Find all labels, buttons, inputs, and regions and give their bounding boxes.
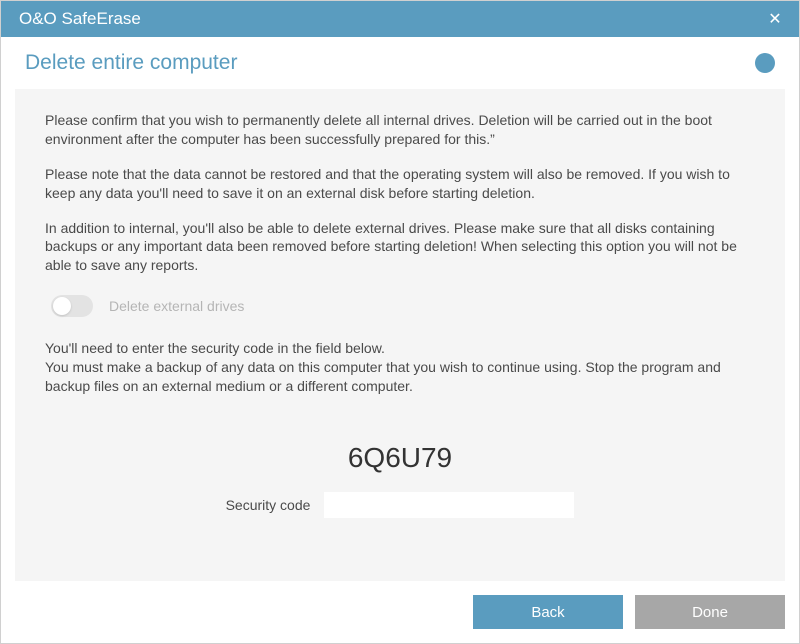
button-row: Back Done (1, 581, 799, 643)
toggle-knob-icon (53, 297, 71, 315)
external-drives-toggle[interactable] (51, 295, 93, 317)
titlebar: O&O SafeErase ✕ (1, 1, 799, 37)
security-code-input[interactable] (324, 492, 574, 518)
info-paragraph-3: In addition to internal, you'll also be … (45, 219, 755, 276)
close-icon[interactable]: ✕ (763, 7, 787, 31)
security-instruction-line2: You must make a backup of any data on th… (45, 358, 755, 396)
back-button[interactable]: Back (473, 595, 623, 629)
external-drives-toggle-row: Delete external drives (51, 295, 755, 317)
done-button[interactable]: Done (635, 595, 785, 629)
security-code-display: 6Q6U79 (45, 442, 755, 474)
security-code-label: Security code (226, 497, 311, 513)
info-paragraph-2: Please note that the data cannot be rest… (45, 165, 755, 203)
external-drives-toggle-label: Delete external drives (109, 298, 244, 314)
security-instruction-line1: You'll need to enter the security code i… (45, 339, 755, 358)
header-row: Delete entire computer (1, 37, 799, 79)
content-panel: Please confirm that you wish to permanen… (15, 89, 785, 581)
security-code-row: Security code (45, 492, 755, 518)
info-paragraph-1: Please confirm that you wish to permanen… (45, 111, 755, 149)
app-title: O&O SafeErase (19, 9, 141, 29)
status-indicator-icon (755, 53, 775, 73)
page-title: Delete entire computer (25, 51, 237, 75)
app-window: O&O SafeErase ✕ Delete entire computer P… (0, 0, 800, 644)
